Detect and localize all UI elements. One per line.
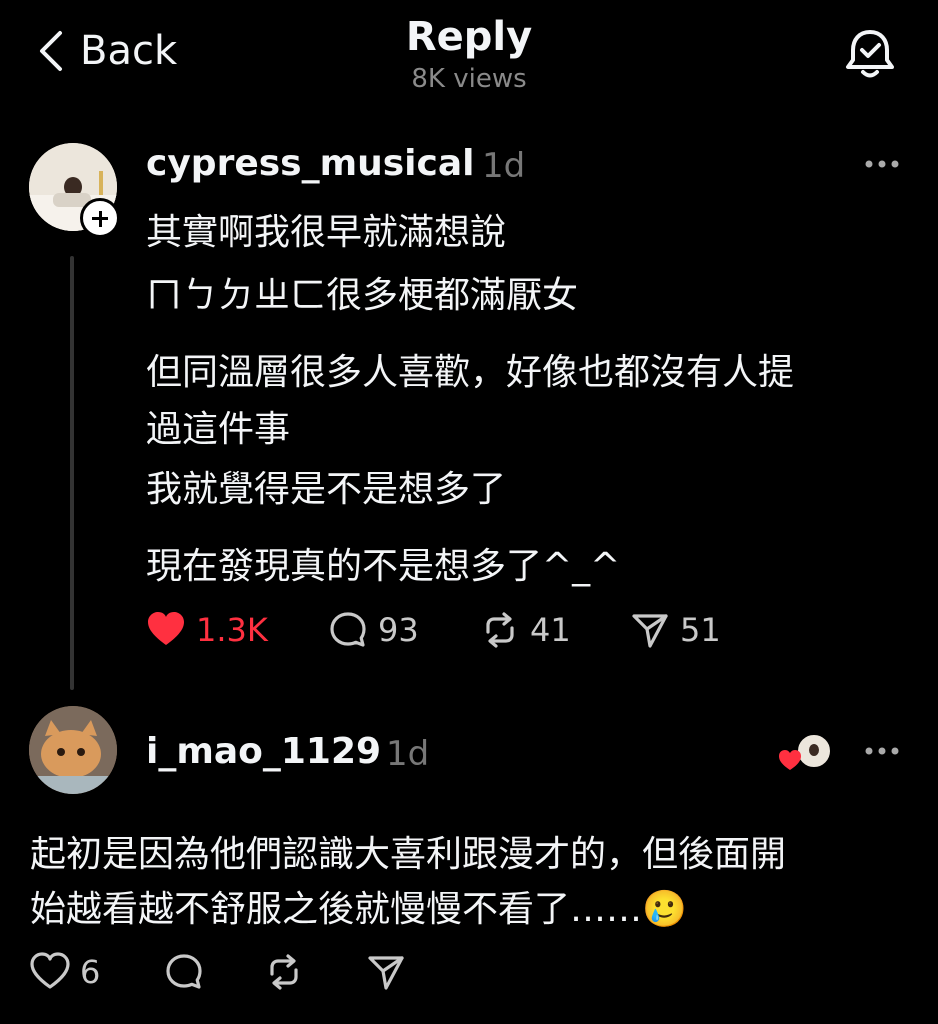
share-button[interactable]: [366, 952, 406, 992]
post-time: 1d: [482, 146, 526, 186]
page-title: Reply: [405, 14, 533, 60]
share-icon: [368, 956, 404, 990]
post-text-line: ㄇㄅㄉㄓㄈ很多梗都滿厭女: [146, 275, 579, 316]
repost-button[interactable]: 41: [480, 610, 571, 650]
thread-line: [70, 256, 74, 690]
reply-text-line: 起初是因為他們認識大喜利跟漫才的，但後面開: [30, 834, 787, 875]
follow-button[interactable]: [80, 198, 120, 238]
post-text-line: 過這件事: [146, 409, 291, 450]
like-count: 6: [80, 953, 101, 991]
reply-text-line: 始越看越不舒服之後就慢慢不看了……🥲: [30, 889, 687, 930]
comment-icon: [330, 612, 366, 647]
reply-time: 1d: [386, 734, 430, 774]
share-count: 51: [680, 611, 721, 649]
avatar[interactable]: [29, 706, 117, 794]
heart-icon: [148, 612, 184, 645]
comment-count: 93: [378, 611, 419, 649]
view-count: 8K views: [411, 64, 527, 94]
repost-icon: [270, 954, 298, 990]
comment-icon: [166, 954, 202, 989]
more-icon[interactable]: [864, 157, 900, 171]
share-button[interactable]: 51: [630, 610, 721, 650]
username[interactable]: i_mao_1129: [146, 731, 381, 772]
post-text-line: 我就覺得是不是想多了: [146, 469, 507, 510]
post-text-line: 但同溫層很多人喜歡，好像也都沒有人提: [146, 352, 795, 393]
avatar-photo: [29, 706, 117, 794]
repost-button[interactable]: [264, 952, 304, 992]
like-count: 1.3K: [196, 611, 268, 649]
like-button[interactable]: 1.3K: [146, 610, 268, 650]
share-icon: [632, 614, 668, 648]
repost-icon: [486, 612, 514, 648]
bell-icon[interactable]: [842, 26, 898, 82]
more-icon[interactable]: [864, 744, 900, 758]
like-button[interactable]: 6: [30, 952, 100, 992]
post-text-line: 其實啊我很早就滿想說: [146, 212, 507, 253]
comment-button[interactable]: [164, 952, 204, 992]
post-text-line: 現在發現真的不是想多了^_^: [146, 546, 621, 587]
repost-count: 41: [530, 611, 571, 649]
comment-button[interactable]: 93: [328, 610, 419, 650]
username[interactable]: cypress_musical: [146, 143, 474, 184]
heart-icon: [30, 952, 70, 989]
liked-by-author-icon: [779, 733, 832, 770]
